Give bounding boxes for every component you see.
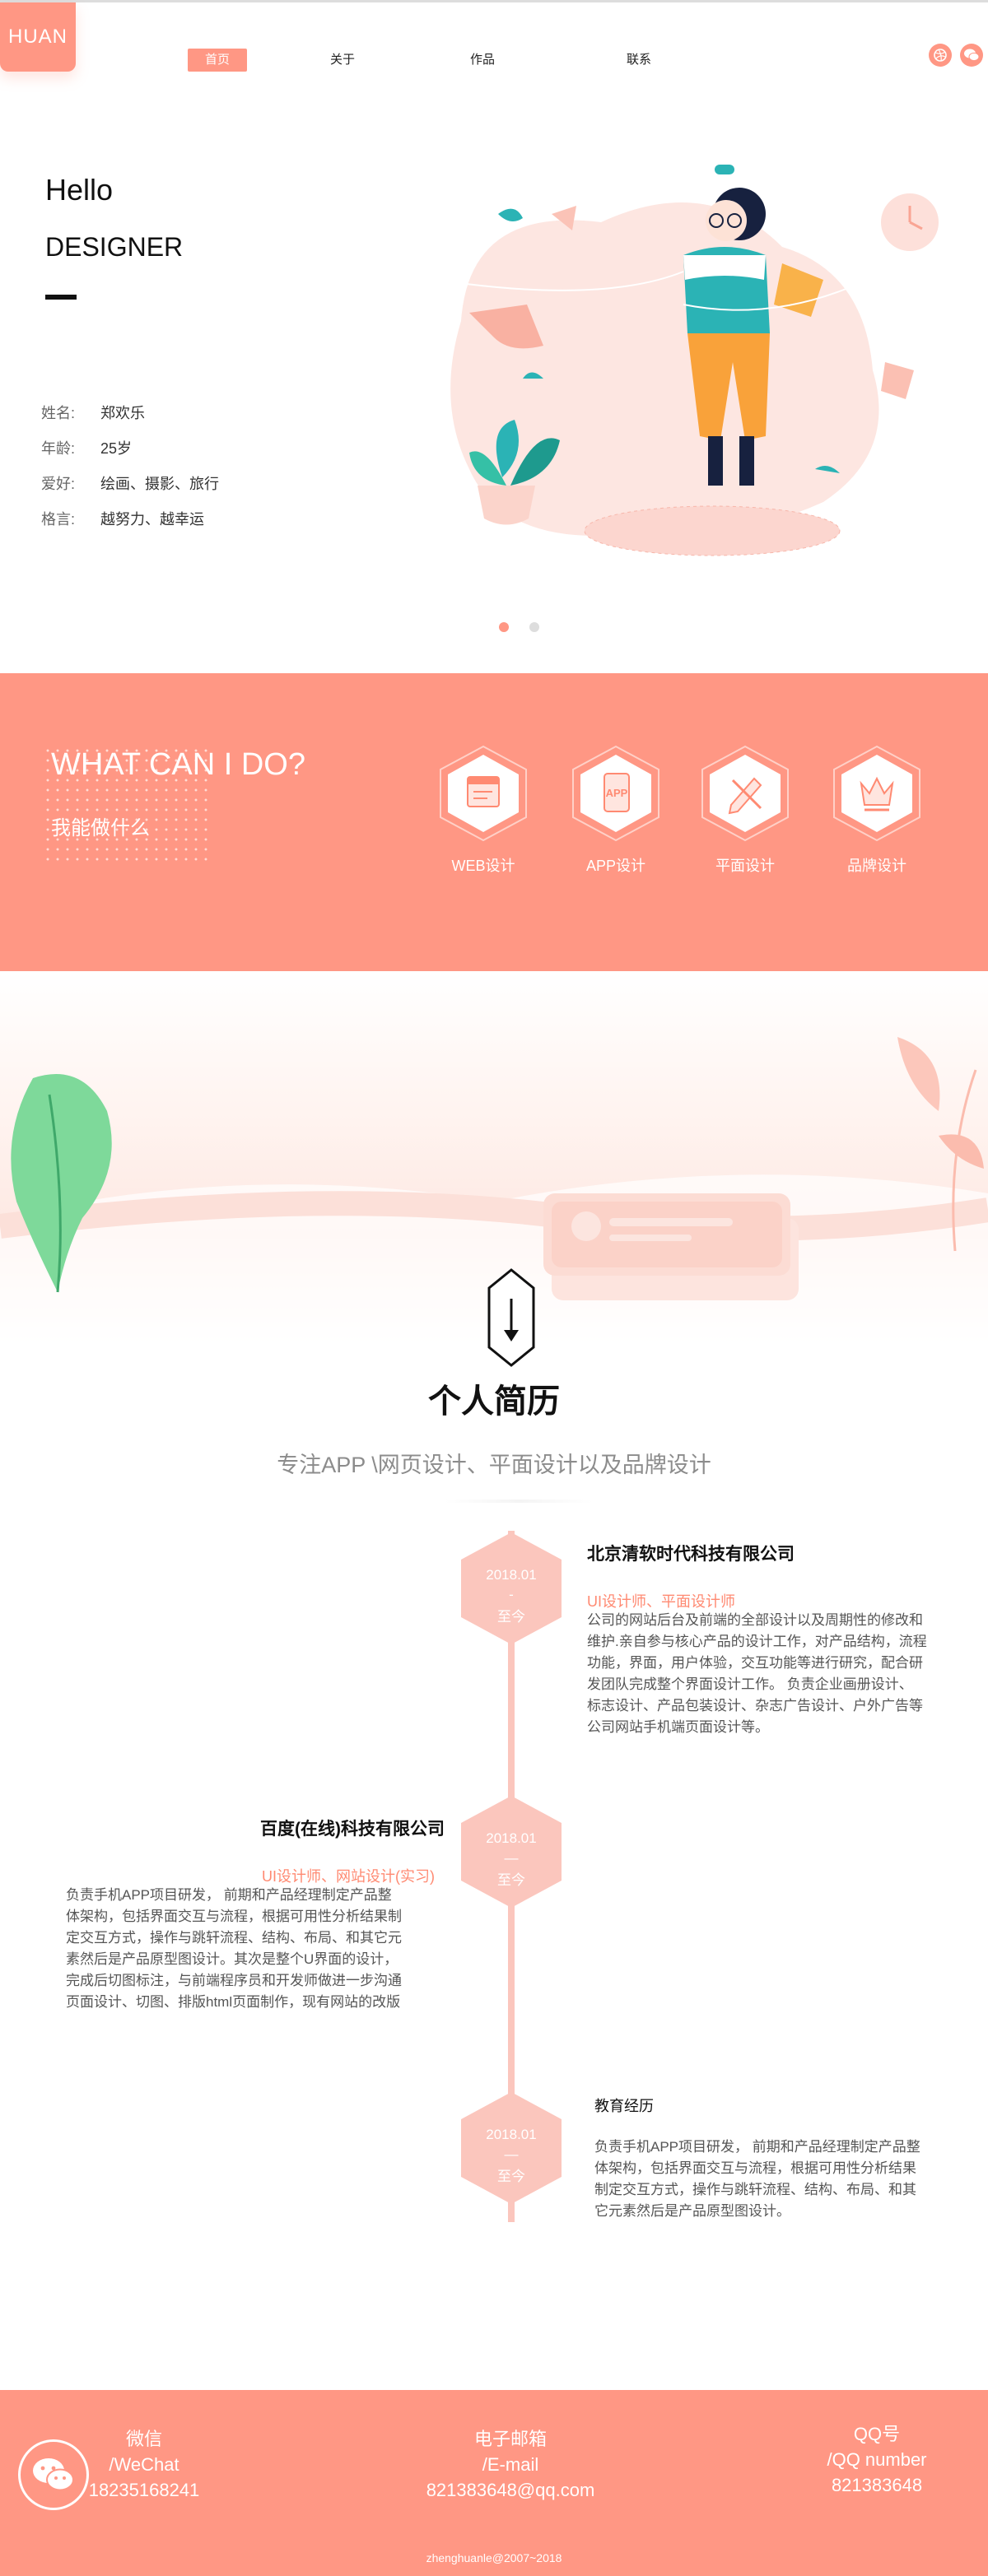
desc-line: 标志设计、产品包装设计、杂志广告设计、户外广告等 <box>587 1698 923 1713</box>
services-subtitle: 我能做什么 <box>51 817 150 839</box>
carousel-dot-1[interactable] <box>499 622 509 632</box>
desc-line: 它元素然后是产品原型图设计。 <box>594 2203 790 2219</box>
date-end: 至今 <box>497 2169 525 2184</box>
info-value: 绘画、摄影、旅行 <box>100 476 219 492</box>
hero-designer: DESIGNER <box>45 232 184 262</box>
info-key: 年龄: <box>41 440 76 457</box>
footer-email-value[interactable]: 821383648@qq.com <box>408 2477 613 2503</box>
footer-qq: QQ号 /QQ number 821383648 <box>799 2421 955 2498</box>
nav-item-works[interactable]: 作品 <box>453 49 512 72</box>
desc-line: 定交互方式，操作与跳轩流程、结构、布局、和其它元 <box>66 1930 402 1946</box>
info-key: 姓名: <box>41 405 76 421</box>
site-header: HUAN 首页 关于 作品 联系 <box>0 0 988 74</box>
info-age: 年龄: 25岁 <box>41 437 132 458</box>
app-design-icon: APP <box>604 773 630 812</box>
desc-line: 功能，界面，用户体验，交互功能等进行研究，配合研 <box>587 1655 923 1671</box>
service-web[interactable] <box>438 744 529 843</box>
job-role: UI设计师、平面设计师 <box>587 1593 735 1610</box>
date-separator: - <box>509 1587 514 1602</box>
footer-qq-label: QQ号 <box>853 2424 901 2444</box>
info-value: 郑欢乐 <box>100 405 145 421</box>
desc-line: 维护.亲自参与核心产品的设计工作，对产品结构，流程 <box>587 1634 927 1649</box>
desc-line: 负责手机APP项目研发， 前期和产品经理制定产品整 <box>66 1887 392 1903</box>
info-motto: 格言: 越努力、越幸运 <box>41 508 204 529</box>
timeline-date-3: 2018.01 — 至今 <box>458 2090 565 2206</box>
desc-line: 公司的网站后台及前端的全部设计以及周期性的修改和 <box>587 1612 923 1628</box>
timeline-date-1: 2018.01 - 至今 <box>458 1531 565 1646</box>
subtitle-underline <box>445 1500 593 1503</box>
education-description: 负责手机APP项目研发， 前期和产品经理制定产品整 体架构，包括界面交互与流程，… <box>594 2137 973 2222</box>
desc-line: 体架构，包括界面交互与流程，根据可用性分析结果 <box>594 2160 916 2176</box>
company-name: 百度(在线)科技有限公司 <box>260 1820 445 1839</box>
desc-line: 素然后是产品原型图设计。其次是整个U界面的设计， <box>66 1951 398 1967</box>
nav-item-about[interactable]: 关于 <box>313 49 372 72</box>
date-start: 2018.01 <box>486 2127 537 2142</box>
service-graphic-label: 平面设计 <box>715 858 775 874</box>
service-app-label: APP设计 <box>585 858 646 874</box>
logo[interactable]: HUAN <box>0 2 76 72</box>
date-end: 至今 <box>497 1609 525 1625</box>
copyright: zhenghuanle@2007~2018 <box>426 2551 562 2564</box>
resume-subtitle: 专注APP \网页设计、平面设计以及品牌设计 <box>277 1453 711 1477</box>
desc-line: 完成后切图标注，与前端程序员和开发师做进一步沟通 <box>66 1973 402 1988</box>
wechat-icon[interactable] <box>960 44 983 67</box>
footer-wechat-en: /WeChat <box>109 2454 179 2475</box>
info-value: 越努力、越幸运 <box>100 511 204 528</box>
service-brand-label: 品牌设计 <box>847 858 906 874</box>
company-name: 北京清软时代科技有限公司 <box>587 1545 795 1564</box>
dribbble-icon[interactable] <box>929 44 952 67</box>
job-description: 负责手机APP项目研发， 前期和产品经理制定产品整 体架构，包括界面交互与流程，… <box>66 1885 453 2013</box>
service-web-label: WEB设计 <box>451 858 515 874</box>
desc-line: 体架构，包括界面交互与流程，根据可用性分析结果制 <box>66 1909 402 1924</box>
desc-line: 页面设计、切图、排版html页面制作，现有网站的改版 <box>66 1994 401 2010</box>
services-section: WHAT CAN I DO? 我能做什么 WEB设计 APP APP设计 平面设… <box>0 673 988 971</box>
nav-item-contact[interactable]: 联系 <box>609 49 669 72</box>
footer-wechat-label: 微信 <box>125 2429 162 2449</box>
timeline-date-2: 2018.01 — 至今 <box>458 1794 565 1909</box>
info-key: 格言: <box>41 511 76 528</box>
svg-text:APP: APP <box>606 787 628 799</box>
web-design-icon <box>467 776 500 807</box>
footer-email: 电子邮箱 /E-mail 821383648@qq.com <box>408 2426 613 2503</box>
info-name: 姓名: 郑欢乐 <box>41 402 145 423</box>
education-title: 教育经历 <box>594 2098 654 2114</box>
job-role: UI设计师、网站设计(实习) <box>262 1868 435 1885</box>
carousel-dot-2[interactable] <box>529 622 539 632</box>
designer-illustration <box>436 165 939 556</box>
nav-item-home[interactable]: 首页 <box>188 49 247 72</box>
date-start: 2018.01 <box>486 1830 537 1846</box>
footer-email-en: /E-mail <box>482 2454 539 2475</box>
desc-line: 公司网站手机端页面设计等。 <box>587 1719 769 1735</box>
footer-wechat-value[interactable]: 18235168241 <box>82 2477 206 2503</box>
job-description: 公司的网站后台及前端的全部设计以及周期性的修改和 维护.亲自参与核心产品的设计工… <box>587 1610 974 1738</box>
service-graphic[interactable] <box>700 744 790 843</box>
hero-dash <box>45 295 77 300</box>
footer-wechat-icon[interactable] <box>18 2439 89 2510</box>
service-app[interactable]: APP <box>571 744 661 843</box>
info-key: 爱好: <box>41 476 76 492</box>
date-end: 至今 <box>497 1872 525 1888</box>
resume-title: 个人简历 <box>428 1383 560 1420</box>
page: HUAN 首页 关于 作品 联系 Hello DESIGNER 姓名: 郑欢乐 年… <box>0 0 988 2576</box>
desc-line: 发团队完成整个界面设计工作。 负责企业画册设计、 <box>587 1676 913 1692</box>
info-hobby: 爱好: 绘画、摄影、旅行 <box>41 472 219 494</box>
service-brand[interactable] <box>832 744 922 843</box>
footer-qq-value[interactable]: 821383648 <box>799 2472 955 2498</box>
info-value: 25岁 <box>100 440 133 457</box>
site-footer: 微信 /WeChat 18235168241 电子邮箱 /E-mail 8213… <box>0 2390 988 2576</box>
date-separator: — <box>504 1850 519 1866</box>
scroll-down-icon[interactable] <box>486 1267 537 1368</box>
hero-hello: Hello <box>45 173 114 207</box>
desc-line: 制定交互方式，操作与跳轩流程、结构、布局、和其 <box>594 2182 916 2197</box>
footer-qq-en: /QQ number <box>827 2449 927 2470</box>
desc-line: 负责手机APP项目研发， 前期和产品经理制定产品整 <box>594 2139 920 2155</box>
date-start: 2018.01 <box>486 1567 537 1583</box>
footer-wechat: 微信 /WeChat 18235168241 <box>82 2426 206 2503</box>
date-separator: — <box>504 2146 519 2162</box>
services-title: WHAT CAN I DO? <box>51 747 305 782</box>
footer-email-label: 电子邮箱 <box>473 2429 547 2449</box>
